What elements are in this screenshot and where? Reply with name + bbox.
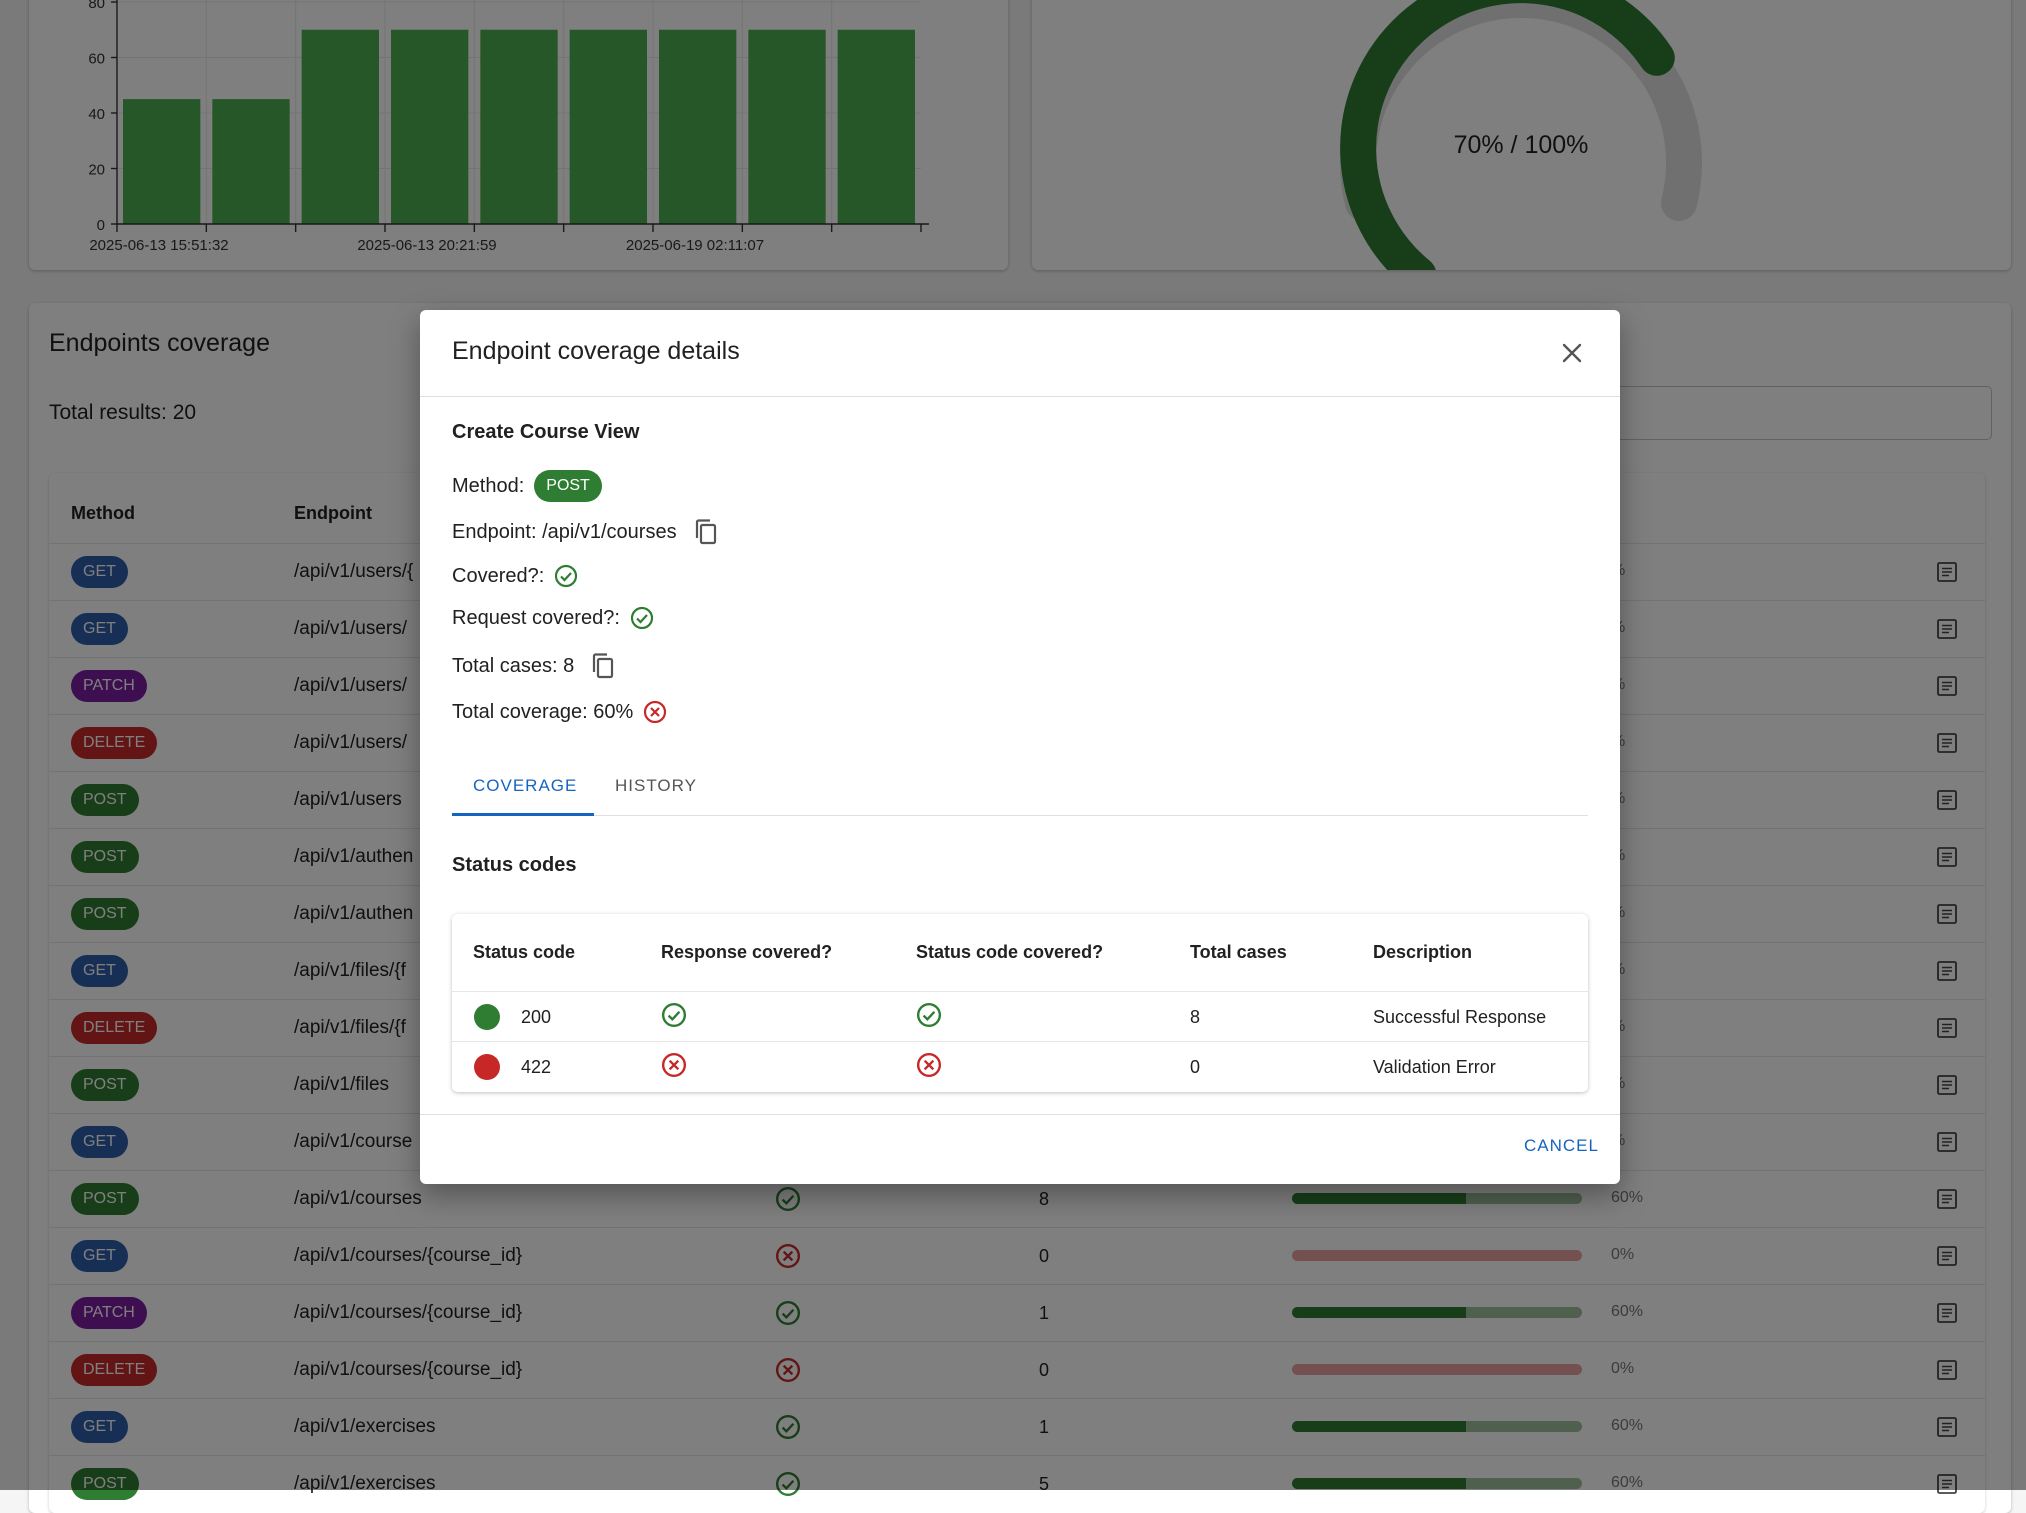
active-tab-indicator xyxy=(452,813,594,816)
close-icon xyxy=(1562,343,1582,363)
tab-coverage[interactable]: COVERAGE xyxy=(473,776,577,796)
response-covered-status xyxy=(661,1002,687,1033)
status-code: 422 xyxy=(521,1057,552,1077)
endpoint-name: Create Course View xyxy=(452,421,640,443)
endpoint-line: Endpoint: /api/v1/courses xyxy=(452,518,719,546)
status-code-row: 200 8 Successful Response xyxy=(452,991,1588,1042)
request-covered-label: Request covered?: xyxy=(452,606,620,629)
copy-icon[interactable] xyxy=(590,652,616,680)
response-covered-header: Response covered? xyxy=(661,942,833,962)
total-cases-header: Total cases xyxy=(1190,942,1287,962)
method-label: Method: xyxy=(452,474,525,497)
method-line: Method: POST xyxy=(452,470,602,502)
covered-label: Covered?: xyxy=(452,564,545,587)
total-coverage-text: Total coverage: 60% xyxy=(452,700,634,723)
covered-line: Covered?: xyxy=(452,564,578,588)
endpoint-text: Endpoint: /api/v1/courses xyxy=(452,520,677,543)
status-code-covered-status xyxy=(916,1052,942,1083)
status-code-header: Status code xyxy=(473,942,576,962)
check-circle-icon xyxy=(661,1002,687,1028)
status-code-row: 422 0 Validation Error xyxy=(452,1041,1588,1092)
status-description: Successful Response xyxy=(1373,1007,1547,1027)
close-button[interactable] xyxy=(1555,336,1589,370)
status-dot xyxy=(474,1004,500,1030)
cancel-circle-icon xyxy=(644,700,667,724)
check-circle-icon xyxy=(916,1002,942,1028)
dialog-footer-divider xyxy=(420,1114,1620,1115)
status-codes-title: Status codes xyxy=(452,854,577,876)
endpoint-coverage-dialog: Endpoint coverage details Create Course … xyxy=(420,310,1620,1184)
cancel-circle-icon xyxy=(916,1052,942,1078)
status-total-cases: 0 xyxy=(1190,1057,1201,1077)
tabs-divider xyxy=(452,815,1588,816)
check-circle-icon xyxy=(555,564,578,588)
total-cases-line: Total cases: 8 xyxy=(452,652,616,680)
request-covered-line: Request covered?: xyxy=(452,606,654,630)
status-code-covered-header: Status code covered? xyxy=(916,942,1104,962)
copy-icon[interactable] xyxy=(693,518,719,546)
description-header: Description xyxy=(1373,942,1473,962)
status-code: 200 xyxy=(521,1007,552,1027)
cancel-circle-icon xyxy=(661,1052,687,1078)
method-badge: POST xyxy=(534,470,602,502)
status-dot xyxy=(474,1054,500,1080)
cancel-button[interactable]: CANCEL xyxy=(1524,1136,1599,1156)
tab-history[interactable]: HISTORY xyxy=(615,776,697,796)
status-code-covered-status xyxy=(916,1002,942,1033)
check-circle-icon xyxy=(630,606,653,630)
total-cases-text: Total cases: 8 xyxy=(452,654,575,677)
dialog-header-divider xyxy=(420,396,1620,397)
response-covered-status xyxy=(661,1052,687,1083)
dialog-title: Endpoint coverage details xyxy=(452,337,740,365)
total-coverage-line: Total coverage: 60% xyxy=(452,700,667,724)
status-codes-table: Status code Response covered? Status cod… xyxy=(452,914,1588,1092)
status-description: Validation Error xyxy=(1373,1057,1496,1077)
status-total-cases: 8 xyxy=(1190,1007,1201,1027)
